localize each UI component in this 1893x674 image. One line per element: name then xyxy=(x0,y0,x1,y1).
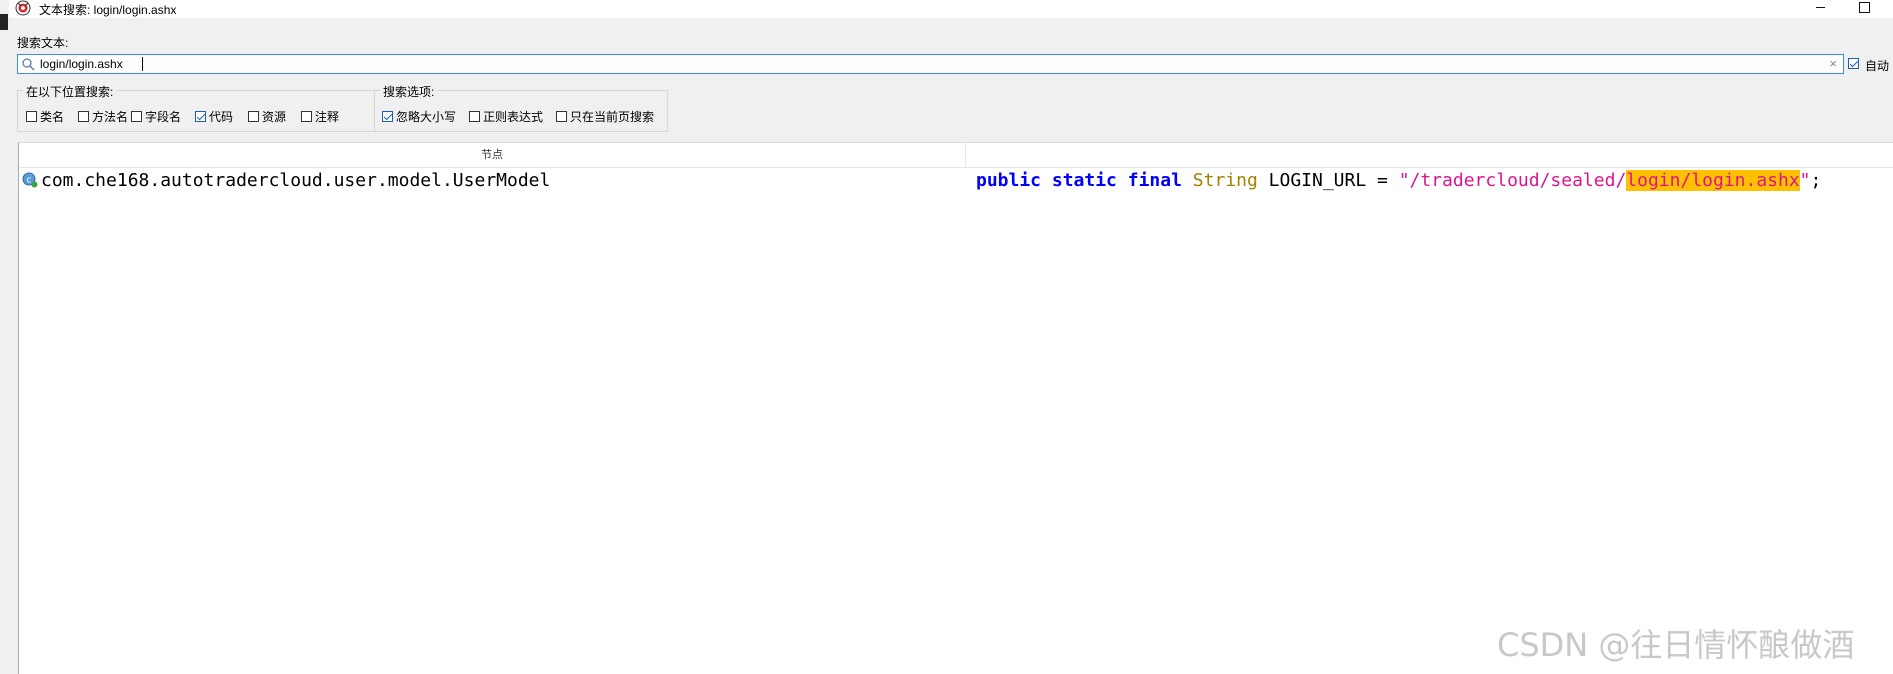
code-string-start: "/tradercloud/sealed/ xyxy=(1398,170,1627,191)
auto-search-label: 自动 xyxy=(1865,59,1890,73)
result-code-line: public static final String LOGIN_URL = "… xyxy=(976,170,1821,191)
code-label: 代码 xyxy=(209,110,234,124)
code-keyword: public xyxy=(976,170,1042,191)
option-comment[interactable]: 注释 xyxy=(301,108,339,125)
ignore-case-label: 忽略大小写 xyxy=(396,110,457,124)
watermark: CSDN @往日情怀酿做酒 xyxy=(1497,626,1855,664)
results-table: 节点 c com.che168.autotradercloud.user.mod… xyxy=(18,142,1893,674)
comment-label: 注释 xyxy=(315,110,340,124)
option-ignore-case[interactable]: 忽略大小写 xyxy=(382,108,456,125)
class-name-checkbox[interactable] xyxy=(26,111,37,122)
background-window-fragment xyxy=(0,14,8,30)
column-header-node[interactable]: 节点 xyxy=(19,143,966,167)
option-method-name[interactable]: 方法名 xyxy=(78,108,128,125)
search-box[interactable]: × xyxy=(17,54,1844,74)
clear-search-icon[interactable]: × xyxy=(1829,55,1837,73)
auto-search-checkbox[interactable] xyxy=(1848,58,1859,69)
results-header: 节点 xyxy=(19,143,1893,168)
field-name-label: 字段名 xyxy=(145,110,182,124)
code-semicolon: ; xyxy=(1810,170,1822,191)
comment-checkbox[interactable] xyxy=(301,111,312,122)
window-title: 文本搜索: login/login.ashx xyxy=(39,3,177,17)
option-code[interactable]: 代码 xyxy=(195,108,233,125)
resource-label: 资源 xyxy=(262,110,287,124)
resource-checkbox[interactable] xyxy=(248,111,259,122)
method-name-checkbox[interactable] xyxy=(78,111,89,122)
code-string-end: " xyxy=(1799,170,1811,191)
search-match-highlight: login/login.ashx xyxy=(1626,170,1800,191)
current-page-only-label: 只在当前页搜索 xyxy=(570,110,655,124)
table-row[interactable]: c com.che168.autotradercloud.user.model.… xyxy=(19,168,1893,191)
code-keyword: final xyxy=(1127,170,1182,191)
ignore-case-checkbox[interactable] xyxy=(382,111,393,122)
option-class-name[interactable]: 类名 xyxy=(26,108,64,125)
text-search-window: 文本搜索: login/login.ashx 搜索文本: × 自动 在以下位置搜… xyxy=(9,0,1893,674)
minimize-button[interactable] xyxy=(1805,0,1835,16)
regex-checkbox[interactable] xyxy=(469,111,480,122)
code-type: String xyxy=(1192,170,1258,191)
code-field-name: LOGIN_URL = xyxy=(1268,170,1399,191)
option-regex[interactable]: 正则表达式 xyxy=(469,108,543,125)
code-keyword: static xyxy=(1051,170,1117,191)
result-node-name: com.che168.autotradercloud.user.model.Us… xyxy=(41,170,551,191)
maximize-button[interactable] xyxy=(1849,0,1879,16)
search-icon xyxy=(22,58,35,71)
code-checkbox[interactable] xyxy=(195,111,206,122)
search-locations-group: 在以下位置搜索: 类名 方法名 字段名 代码 资源 注释 xyxy=(17,83,375,132)
regex-label: 正则表达式 xyxy=(483,110,544,124)
search-input[interactable] xyxy=(40,56,1820,72)
option-current-page-only[interactable]: 只在当前页搜索 xyxy=(556,108,654,125)
class-icon: c xyxy=(22,172,38,188)
search-options-title: 搜索选项: xyxy=(380,83,438,100)
search-options-group: 搜索选项: 忽略大小写 正则表达式 只在当前页搜索 xyxy=(374,83,668,132)
option-resource[interactable]: 资源 xyxy=(248,108,286,125)
method-name-label: 方法名 xyxy=(92,110,129,124)
title-bar: 文本搜索: login/login.ashx xyxy=(9,0,1893,18)
class-name-label: 类名 xyxy=(40,110,65,124)
current-page-only-checkbox[interactable] xyxy=(556,111,567,122)
search-text-label: 搜索文本: xyxy=(17,36,69,50)
search-locations-title: 在以下位置搜索: xyxy=(23,83,117,100)
svg-text:c: c xyxy=(27,176,32,186)
app-logo-icon xyxy=(15,0,31,16)
field-name-checkbox[interactable] xyxy=(131,111,142,122)
text-caret xyxy=(142,57,143,71)
option-field-name[interactable]: 字段名 xyxy=(131,108,181,125)
